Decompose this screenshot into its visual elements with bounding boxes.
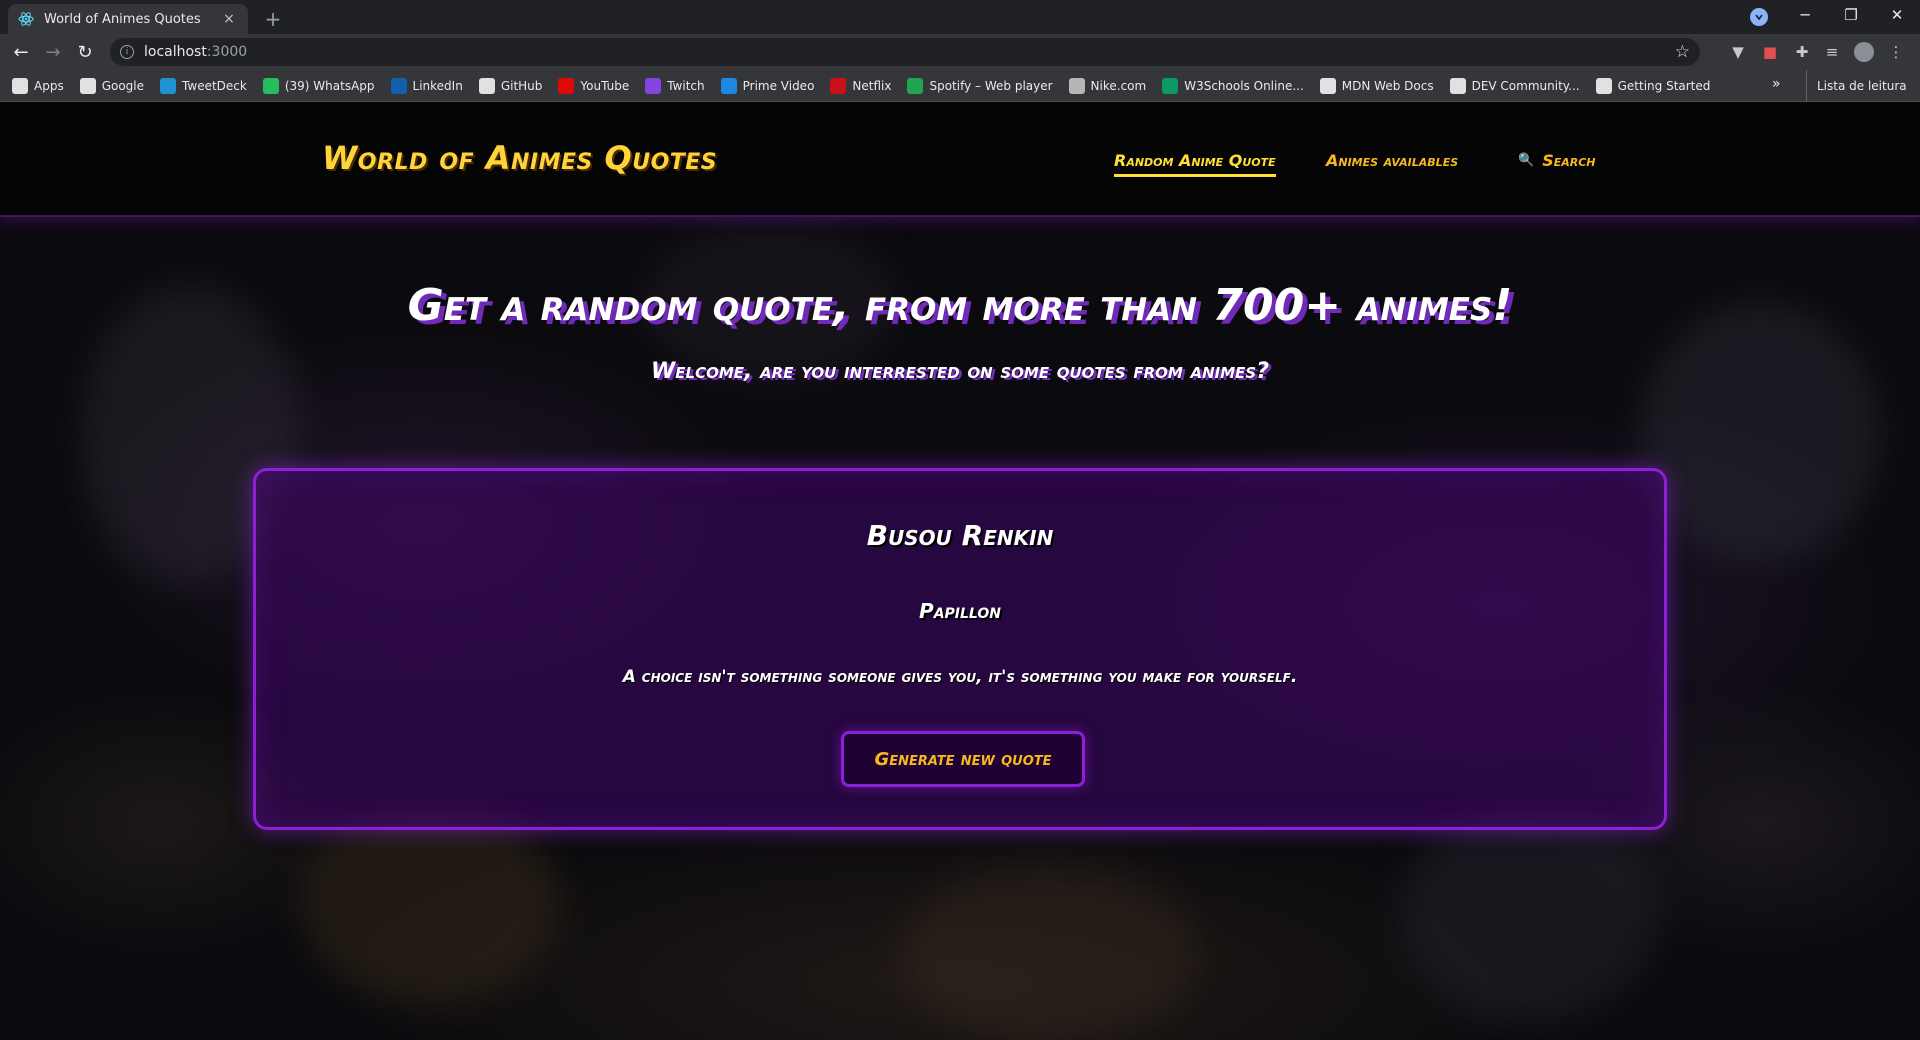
reading-list-button[interactable]: Lista de leitura [1806, 70, 1907, 102]
getting-started-icon [1595, 77, 1612, 94]
profile-avatar[interactable] [1854, 42, 1874, 62]
w3schools-icon [1162, 77, 1179, 94]
bookmark-item[interactable]: YouTube [558, 77, 630, 94]
browser-toolbar: ← → ↻ i localhost:3000 ☆ ▼ ■ ✚ ≡ ⋮ [0, 34, 1920, 70]
tab-title: World of Animes Quotes [44, 11, 201, 27]
bookmark-item[interactable]: MDN Web Docs [1319, 77, 1434, 94]
extension-red-icon[interactable]: ■ [1760, 42, 1780, 62]
bookmark-item[interactable]: Apps [12, 77, 64, 94]
bookmark-item[interactable]: Google [79, 77, 145, 94]
bookmark-label: W3Schools Online... [1184, 78, 1304, 93]
media-queue-icon[interactable]: ≡ [1822, 42, 1842, 62]
page-viewport: World of Animes Quotes Random Anime Quot… [0, 103, 1920, 1040]
nav-search[interactable]: 🔍 Search [1518, 151, 1596, 170]
quote-character: Papillon [919, 599, 1001, 623]
bookmark-item[interactable]: DEV Community... [1449, 77, 1580, 94]
twitch-icon [645, 77, 662, 94]
dev-icon [1449, 77, 1466, 94]
whatsapp-icon [262, 77, 279, 94]
bookmark-item[interactable]: LinkedIn [390, 77, 463, 94]
mdn-icon [1319, 77, 1336, 94]
tweetdeck-icon [160, 77, 177, 94]
github-icon [478, 77, 495, 94]
quote-text: A choice isn't something someone gives y… [622, 667, 1298, 687]
linkedin-icon [390, 77, 407, 94]
bookmark-item[interactable]: Getting Started [1595, 77, 1711, 94]
bookmark-item[interactable]: Netflix [830, 77, 892, 94]
close-window-icon[interactable]: ✕ [1874, 0, 1920, 30]
bookmark-label: Nike.com [1090, 78, 1147, 93]
bookmark-item[interactable]: Spotify – Web player [907, 77, 1053, 94]
bookmark-label: Spotify – Web player [929, 78, 1053, 93]
forward-icon[interactable]: → [40, 39, 66, 65]
minimize-icon[interactable]: ─ [1782, 0, 1828, 30]
bookmark-label: DEV Community... [1471, 78, 1580, 93]
new-tab-button[interactable]: + [260, 6, 286, 32]
quote-anime-title: Busou Renkin [866, 519, 1054, 552]
back-icon[interactable]: ← [8, 39, 34, 65]
nike-icon [1068, 77, 1085, 94]
spotify-icon [907, 77, 924, 94]
hero-title: Get a random quote, from more than 700+ … [407, 280, 1513, 331]
hero-subtitle: Welcome, are you interrested on some quo… [651, 359, 1269, 384]
bookmark-label: LinkedIn [412, 78, 463, 93]
bookmark-label: MDN Web Docs [1341, 78, 1434, 93]
bookmark-label: (39) WhatsApp [284, 78, 375, 93]
browser-tabstrip: World of Animes Quotes × + ─ ❐ ✕ [0, 0, 1920, 34]
bookmark-label: Apps [34, 78, 64, 93]
bookmark-label: Netflix [852, 78, 892, 93]
vue-devtools-icon[interactable]: ▼ [1728, 42, 1748, 62]
bookmark-label: Getting Started [1617, 78, 1711, 93]
url-port: :3000 [206, 44, 248, 60]
bookmark-label: YouTube [580, 78, 630, 93]
url-host: localhost [144, 44, 207, 60]
bookmark-item[interactable]: Twitch [645, 77, 705, 94]
quote-card: Busou Renkin Papillon A choice isn't som… [253, 468, 1667, 830]
extensions-puzzle-icon[interactable]: ✚ [1792, 42, 1812, 62]
bookmark-label: GitHub [500, 78, 543, 93]
bookmark-label: TweetDeck [182, 78, 247, 93]
tab-close-icon[interactable]: × [220, 10, 238, 28]
site-header: World of Animes Quotes Random Anime Quot… [0, 103, 1920, 217]
bookmark-label: Google [101, 78, 145, 93]
nav-search-label: Search [1542, 151, 1596, 170]
tab-search-icon[interactable] [1750, 8, 1768, 26]
bookmark-item[interactable]: GitHub [478, 77, 543, 94]
bookmark-item[interactable]: (39) WhatsApp [262, 77, 375, 94]
bookmark-star-icon[interactable]: ☆ [1675, 42, 1690, 62]
restore-icon[interactable]: ❐ [1828, 0, 1874, 30]
bookmarks-overflow-icon[interactable]: » [1772, 76, 1781, 92]
netflix-icon [830, 77, 847, 94]
site-info-icon[interactable]: i [120, 45, 134, 59]
nav-animes-available[interactable]: Animes availables [1326, 151, 1458, 170]
address-bar[interactable]: i localhost:3000 ☆ [110, 38, 1700, 66]
bookmark-label: Twitch [667, 78, 705, 93]
apps-grid-icon [12, 77, 28, 94]
bookmark-item[interactable]: Prime Video [720, 77, 815, 94]
google-icon [79, 77, 96, 94]
nav-random-quote[interactable]: Random Anime Quote [1114, 151, 1276, 177]
bookmark-label: Prime Video [742, 78, 815, 93]
browser-tab[interactable]: World of Animes Quotes × [8, 4, 248, 34]
bookmark-item[interactable]: W3Schools Online... [1162, 77, 1304, 94]
reload-icon[interactable]: ↻ [72, 39, 98, 65]
site-logo[interactable]: World of Animes Quotes [322, 139, 717, 177]
bookmark-item[interactable]: Nike.com [1068, 77, 1147, 94]
prime-video-icon [720, 77, 737, 94]
generate-quote-button[interactable]: Generate new quote [841, 731, 1085, 787]
bookmarks-bar: Apps Google TweetDeck (39) WhatsApp LinkedIn… [0, 70, 1920, 102]
youtube-icon [558, 77, 575, 94]
react-icon [18, 11, 34, 27]
search-icon: 🔍 [1518, 153, 1535, 168]
bookmark-item[interactable]: TweetDeck [160, 77, 247, 94]
chrome-menu-icon[interactable]: ⋮ [1886, 42, 1906, 62]
